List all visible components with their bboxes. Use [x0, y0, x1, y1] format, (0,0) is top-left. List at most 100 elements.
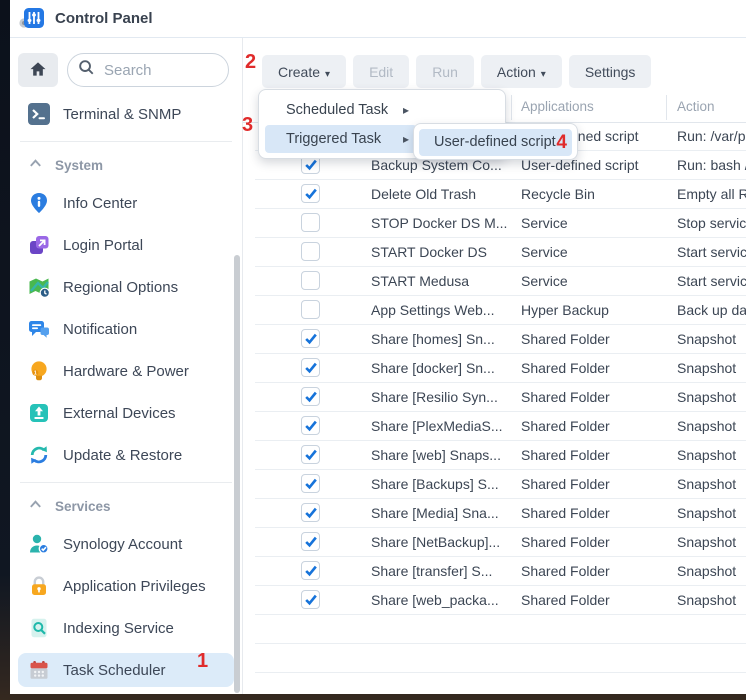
table-row[interactable]: STOP Docker DS M... Service Stop servic [255, 209, 746, 238]
task-application-cell: Shared Folder [521, 325, 671, 353]
task-enabled-checkbox[interactable] [301, 561, 320, 580]
task-enabled-checkbox[interactable] [301, 445, 320, 464]
sidebar-item-label: Hardware & Power [63, 363, 189, 380]
settings-button[interactable]: Settings [569, 55, 652, 88]
table-row[interactable]: Share [Media] Sna... Shared Folder Snaps… [255, 499, 746, 528]
empty-table-row [255, 615, 746, 644]
table-row[interactable]: Share [docker] Sn... Shared Folder Snaps… [255, 354, 746, 383]
sidebar-item-label: Login Portal [63, 237, 143, 254]
menu-item-user-defined-script[interactable]: User-defined script 4 [419, 129, 572, 156]
column-separator [666, 95, 667, 120]
table-row[interactable]: Share [NetBackup]... Shared Folder Snaps… [255, 528, 746, 557]
task-action-cell: Snapshot [677, 557, 746, 585]
sidebar-item-external-devices[interactable]: External Devices [18, 396, 234, 430]
table-row[interactable]: Share [homes] Sn... Shared Folder Snapsh… [255, 325, 746, 354]
sidebar-item-update-restore[interactable]: Update & Restore [18, 438, 234, 472]
hardware-power-icon: 1 [28, 360, 50, 382]
submenu-arrow-icon: ▸ [403, 125, 409, 153]
table-row[interactable]: Share [web_packa... Shared Folder Snapsh… [255, 586, 746, 615]
caret-down-icon: ▾ [325, 69, 330, 80]
column-header-action[interactable]: Action [677, 99, 715, 114]
task-enabled-checkbox[interactable] [301, 271, 320, 290]
task-enabled-checkbox[interactable] [301, 416, 320, 435]
sidebar-item-label: Update & Restore [63, 447, 182, 464]
task-enabled-checkbox[interactable] [301, 213, 320, 232]
sidebar-item-terminal-snmp[interactable]: Terminal & SNMP [18, 97, 234, 131]
task-enabled-checkbox[interactable] [301, 503, 320, 522]
task-enabled-checkbox[interactable] [301, 358, 320, 377]
task-application-cell: Shared Folder [521, 441, 671, 469]
sidebar-item-synology-account[interactable]: Synology Account [18, 527, 234, 561]
application-privileges-icon [28, 575, 50, 597]
task-action-cell: Snapshot [677, 470, 746, 498]
regional-options-icon [28, 276, 50, 298]
table-row[interactable]: START Docker DS Service Start servic [255, 238, 746, 267]
annotation-2: 2 [245, 52, 256, 72]
sidebar-item-label: Task Scheduler [63, 662, 166, 679]
window-titlebar: Control Panel [10, 0, 746, 38]
task-action-cell: Snapshot [677, 412, 746, 440]
sidebar-divider [20, 482, 232, 483]
edit-button[interactable]: Edit [353, 55, 409, 88]
search-box[interactable] [67, 53, 229, 87]
desktop: Control Panel [0, 0, 746, 700]
annotation-4: 4 [556, 133, 567, 152]
synology-account-icon [28, 533, 50, 555]
chevron-up-icon [28, 497, 43, 515]
action-button[interactable]: Action▾ [481, 55, 562, 88]
sidebar-item-indexing-service[interactable]: Indexing Service [18, 611, 234, 645]
task-action-cell: Back up da [677, 296, 746, 324]
column-header-applications[interactable]: Applications [521, 99, 594, 114]
control-panel-icon [19, 6, 45, 32]
sidebar-item-info-center[interactable]: Info Center [18, 186, 234, 220]
table-row[interactable]: Share [web] Snaps... Shared Folder Snaps… [255, 441, 746, 470]
table-row[interactable]: START Medusa Service Start servic [255, 267, 746, 296]
menu-item-triggered-task[interactable]: Triggered Task ▸ [265, 125, 417, 153]
task-enabled-checkbox[interactable] [301, 532, 320, 551]
table-row[interactable]: Share [transfer] S... Shared Folder Snap… [255, 557, 746, 586]
task-application-cell: Recycle Bin [521, 180, 671, 208]
task-name-cell: Share [homes] Sn... [371, 325, 515, 353]
sidebar-scrollbar[interactable] [234, 255, 240, 693]
sidebar-item-login-portal[interactable]: Login Portal [18, 228, 234, 262]
table-row[interactable]: App Settings Web... Hyper Backup Back up… [255, 296, 746, 325]
task-name-cell: Share [docker] Sn... [371, 354, 515, 382]
task-action-cell: Snapshot [677, 354, 746, 382]
run-button[interactable]: Run [416, 55, 474, 88]
sidebar-item-application-privileges[interactable]: Application Privileges [18, 569, 234, 603]
sidebar-item-hardware-power[interactable]: 1 Hardware & Power [18, 354, 234, 388]
menu-item-scheduled-task[interactable]: Scheduled Task ▸ [265, 96, 417, 124]
task-application-cell: Shared Folder [521, 354, 671, 382]
task-application-cell: Shared Folder [521, 470, 671, 498]
task-action-cell: Start servic [677, 267, 746, 295]
task-name-cell: Share [Backups] S... [371, 470, 515, 498]
search-input[interactable] [102, 61, 218, 80]
task-enabled-checkbox[interactable] [301, 474, 320, 493]
task-enabled-checkbox[interactable] [301, 590, 320, 609]
home-icon [28, 59, 48, 82]
empty-table-row [255, 644, 746, 673]
table-row[interactable]: Delete Old Trash Recycle Bin Empty all R [255, 180, 746, 209]
task-enabled-checkbox[interactable] [301, 242, 320, 261]
sidebar-section-system[interactable]: System [28, 154, 234, 176]
task-enabled-checkbox[interactable] [301, 184, 320, 203]
sidebar-item-regional-options[interactable]: Regional Options [18, 270, 234, 304]
task-action-cell: Snapshot [677, 499, 746, 527]
home-button[interactable] [18, 53, 58, 87]
table-row[interactable]: Share [PlexMediaS... Shared Folder Snaps… [255, 412, 746, 441]
sidebar-item-label: Indexing Service [63, 620, 174, 637]
sidebar-section-services[interactable]: Services [28, 495, 234, 517]
task-name-cell: Share [web] Snaps... [371, 441, 515, 469]
create-button[interactable]: Create▾ [262, 55, 346, 88]
task-enabled-checkbox[interactable] [301, 300, 320, 319]
table-row[interactable]: Share [Resilio Syn... Shared Folder Snap… [255, 383, 746, 412]
task-enabled-checkbox[interactable] [301, 387, 320, 406]
sidebar-item-notification[interactable]: Notification [18, 312, 234, 346]
window-title: Control Panel [55, 10, 153, 27]
column-separator [511, 95, 512, 120]
table-row[interactable]: Share [Backups] S... Shared Folder Snaps… [255, 470, 746, 499]
triggered-task-submenu: User-defined script 4 [413, 123, 578, 160]
task-enabled-checkbox[interactable] [301, 329, 320, 348]
login-portal-icon [28, 234, 50, 256]
sidebar-item-label: External Devices [63, 405, 176, 422]
